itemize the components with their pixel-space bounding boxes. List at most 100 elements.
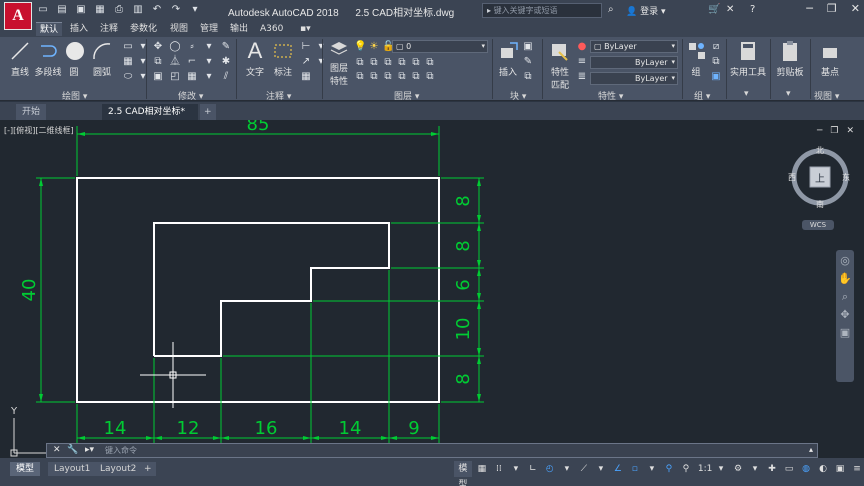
layer-tool-icon[interactable]: ⧉: [368, 57, 380, 69]
dropdown-icon[interactable]: ▾: [594, 461, 608, 477]
plot-icon[interactable]: ▥: [131, 3, 145, 17]
color-dropdown[interactable]: ▢ ByLayer ▾: [590, 40, 678, 53]
layout-tab-layout1[interactable]: Layout1: [48, 462, 97, 476]
hardware-acceleration-icon[interactable]: ◐: [816, 461, 830, 477]
layer-tool-icon[interactable]: ⧉: [368, 71, 380, 83]
binoculars-icon[interactable]: ⌕: [608, 4, 614, 15]
model-space-toggle[interactable]: 模型: [454, 461, 472, 486]
annotation-visibility-icon[interactable]: ⚲: [662, 461, 676, 477]
linear-dim-icon[interactable]: ⊢: [300, 41, 312, 53]
annotation-monitor-icon[interactable]: ✚: [765, 461, 779, 477]
text-button[interactable]: A 文字: [242, 38, 268, 78]
utilities-panel-dropdown[interactable]: ▾: [744, 89, 749, 99]
print-icon[interactable]: ⎙: [112, 3, 126, 17]
leader-icon[interactable]: ↗: [300, 56, 312, 68]
layer-tool-icon[interactable]: ⧉: [354, 71, 366, 83]
groups-panel-title[interactable]: 组 ▾: [694, 89, 710, 102]
new-layout-button[interactable]: +: [140, 462, 156, 476]
tab-insert[interactable]: 插入: [66, 22, 92, 36]
ribbon-options-icon[interactable]: ▪▾: [296, 22, 315, 36]
zoom-extents-icon[interactable]: ⌕: [838, 290, 852, 304]
restore-icon[interactable]: ❐: [827, 2, 837, 15]
viewcube-west[interactable]: 西: [788, 172, 796, 183]
layer-tool-icon[interactable]: ⧉: [424, 71, 436, 83]
orbit-icon[interactable]: ✥: [838, 308, 852, 322]
clean-screen-icon[interactable]: ▣: [833, 461, 847, 477]
wcs-menu[interactable]: WCS: [802, 220, 834, 230]
modify-panel-title[interactable]: 修改 ▾: [178, 89, 203, 102]
layer-tool-icon[interactable]: ⧉: [410, 71, 422, 83]
match-properties-button[interactable]: 特性 匹配: [546, 39, 574, 91]
dropdown-icon[interactable]: ▾: [203, 41, 215, 53]
save-icon[interactable]: ▣: [74, 3, 88, 17]
edit-block-icon[interactable]: ✎: [522, 56, 534, 68]
layout-tab-model[interactable]: 模型: [10, 462, 41, 476]
move-icon[interactable]: ✥: [152, 41, 164, 53]
login-button[interactable]: 👤 登录 ▾: [626, 4, 666, 17]
layer-tool-icon[interactable]: ⧉: [382, 57, 394, 69]
application-menu-button[interactable]: A: [4, 2, 32, 30]
cart-icon[interactable]: 🛒: [708, 4, 720, 15]
annotation-scale[interactable]: 1:1: [696, 461, 712, 477]
attribute-icon[interactable]: ⧉: [522, 71, 534, 83]
group-button[interactable]: 组: [684, 39, 708, 78]
undo-icon[interactable]: ↶: [150, 3, 164, 17]
create-block-icon[interactable]: ▣: [522, 41, 534, 53]
steering-wheel-icon[interactable]: ◎: [838, 254, 852, 268]
isodraft-icon[interactable]: ⟋: [577, 461, 591, 477]
rotate-icon[interactable]: ◯: [169, 41, 181, 53]
inner-polyline[interactable]: [153, 222, 390, 357]
properties-panel-title[interactable]: 特性 ▾: [598, 89, 623, 102]
dimension-button[interactable]: 标注: [270, 39, 296, 78]
customize-qat-icon[interactable]: ▾: [188, 3, 202, 17]
tab-manage[interactable]: 管理: [196, 22, 222, 36]
layer-properties-button[interactable]: 图层 特性: [326, 39, 352, 87]
dropdown-icon[interactable]: ▾: [560, 461, 574, 477]
layer-tool-icon[interactable]: ⧉: [396, 57, 408, 69]
workspace-icon[interactable]: ⚙: [731, 461, 745, 477]
object-snap-tracking-icon[interactable]: ∠: [611, 461, 625, 477]
start-tab[interactable]: 开始: [16, 104, 47, 120]
layer-tool-icon[interactable]: ⧉: [424, 57, 436, 69]
draw-panel-title[interactable]: 绘图 ▾: [62, 89, 87, 102]
erase-icon[interactable]: ✎: [220, 41, 232, 53]
drawing-tab[interactable]: 2.5 CAD相对坐标* ✕: [102, 104, 198, 133]
tab-parametric[interactable]: 参数化: [126, 22, 161, 36]
view-panel-title[interactable]: 视图 ▾: [814, 89, 839, 102]
viewcube[interactable]: 北 南 东 西 上: [788, 145, 852, 217]
dropdown-icon[interactable]: ▾: [509, 461, 523, 477]
ortho-icon[interactable]: ∟: [526, 461, 540, 477]
hatch-icon[interactable]: ▦: [122, 56, 134, 68]
viewcube-east[interactable]: 东: [842, 172, 850, 183]
scale-icon[interactable]: ◰: [169, 71, 181, 83]
layer-tool-icon[interactable]: ⧉: [396, 71, 408, 83]
redo-icon[interactable]: ↷: [169, 3, 183, 17]
search-input[interactable]: ▸ 键入关键字或短语: [482, 3, 602, 18]
explode-icon[interactable]: ✱: [220, 56, 232, 68]
layer-freeze-icon[interactable]: ☀: [368, 41, 380, 53]
polyline-button[interactable]: 多段线: [34, 39, 62, 78]
layer-tool-icon[interactable]: ⧉: [410, 57, 422, 69]
circle-button[interactable]: 圆: [62, 39, 86, 78]
new-tab-button[interactable]: +: [200, 104, 216, 120]
tab-annotate[interactable]: 注释: [96, 22, 122, 36]
tab-view[interactable]: 视图: [166, 22, 192, 36]
tab-output[interactable]: 输出: [226, 22, 252, 36]
arc-button[interactable]: 圆弧: [88, 39, 116, 78]
customization-icon[interactable]: ≡: [850, 461, 864, 477]
viewcube-north[interactable]: 北: [816, 145, 824, 156]
block-panel-title[interactable]: 块 ▾: [510, 89, 526, 102]
utilities-button[interactable]: 实用工具: [728, 39, 768, 78]
group-edit-icon[interactable]: ⧉: [710, 56, 722, 68]
layers-panel-title[interactable]: 图层 ▾: [394, 89, 419, 102]
outer-rectangle[interactable]: [76, 177, 440, 403]
fillet-icon[interactable]: ⌐: [186, 56, 198, 68]
viewcube-top-face[interactable]: 上: [815, 170, 825, 185]
close-command-icon[interactable]: ✕: [53, 445, 61, 455]
stretch-icon[interactable]: ▣: [152, 71, 164, 83]
dropdown-icon[interactable]: ▾: [137, 41, 149, 53]
array-icon[interactable]: ▦: [186, 71, 198, 83]
dropdown-icon[interactable]: ▾: [203, 56, 215, 68]
line-button[interactable]: 直线: [6, 39, 34, 78]
help-icon[interactable]: ?: [750, 4, 755, 15]
